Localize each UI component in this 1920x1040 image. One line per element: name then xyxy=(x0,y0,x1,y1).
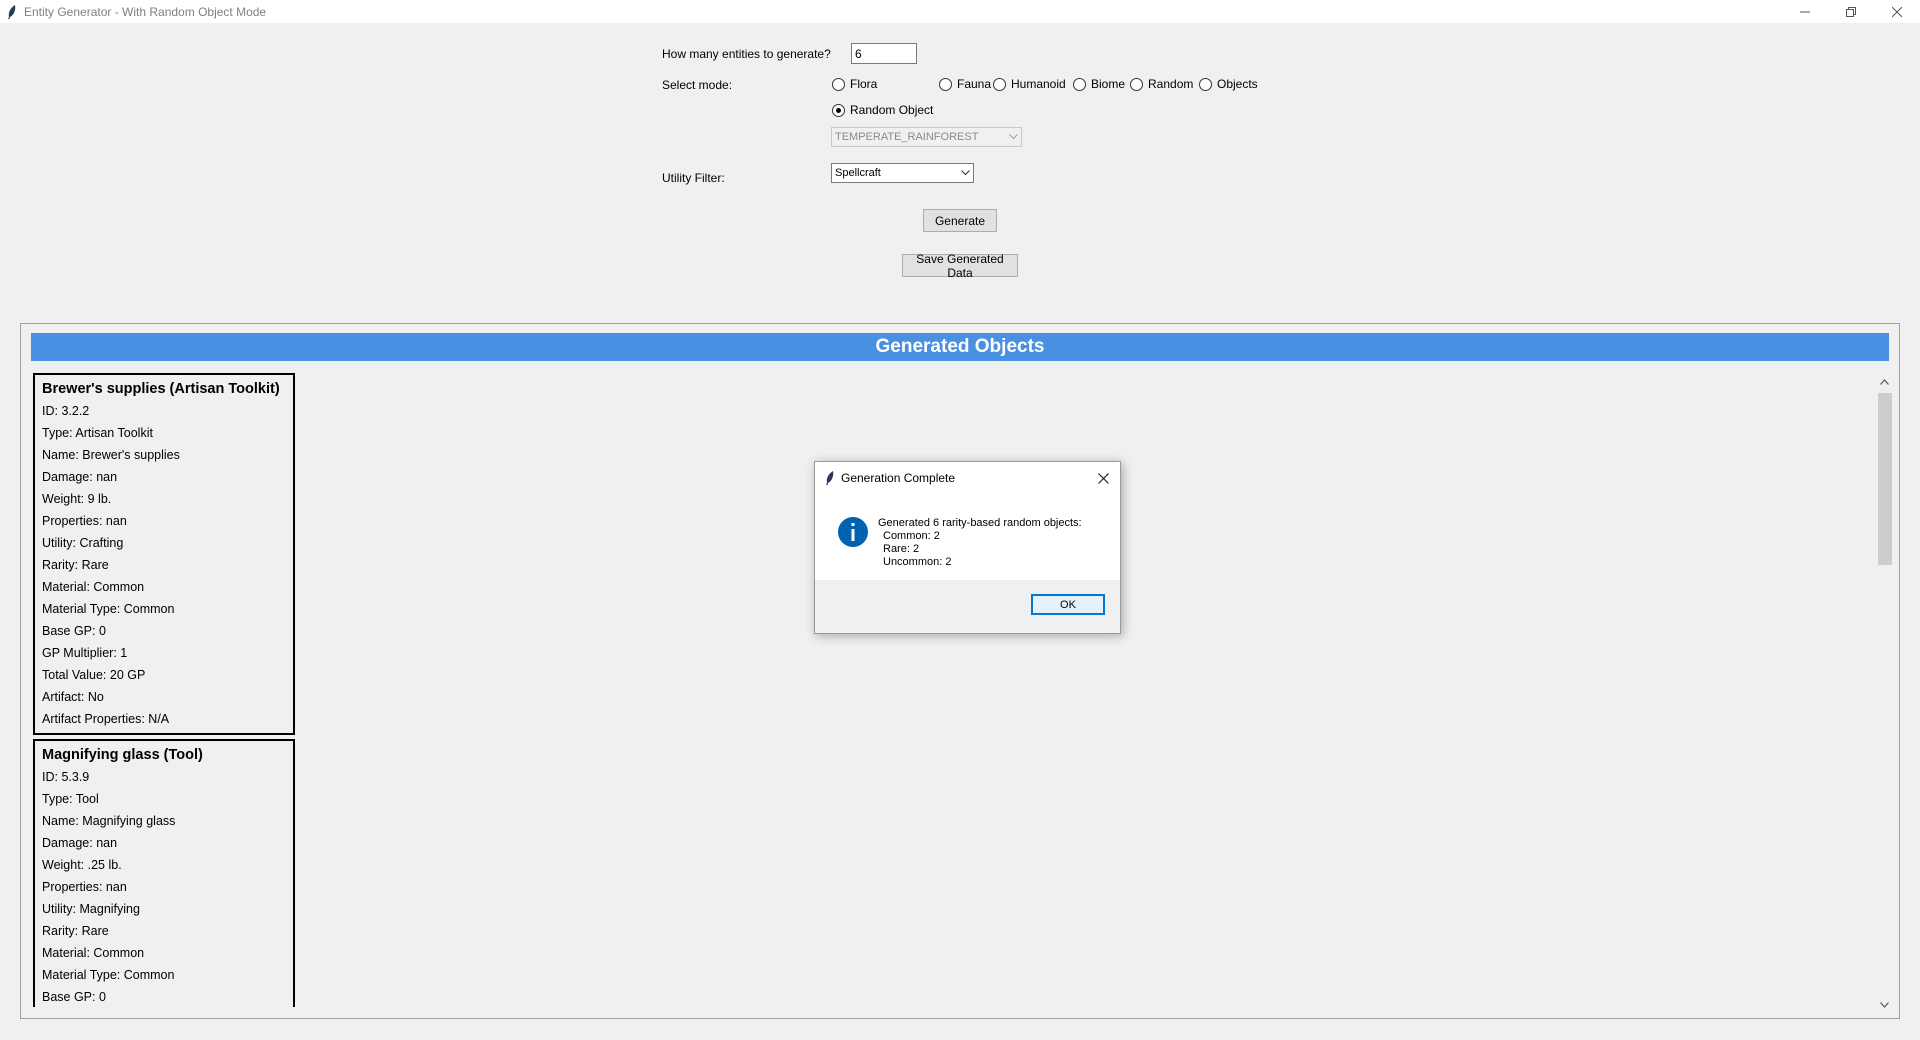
radio-circle-icon xyxy=(1073,77,1086,91)
chevron-down-icon xyxy=(1009,134,1018,140)
mode-radio-random[interactable]: Random xyxy=(1130,77,1193,91)
card-field: Base GP: 0 xyxy=(42,990,106,1004)
card-field: Rarity: Rare xyxy=(42,558,109,572)
close-button[interactable] xyxy=(1874,0,1920,23)
radio-circle-checked-icon xyxy=(832,103,845,117)
card-field: Type: Tool xyxy=(42,792,99,806)
card-field: ID: 3.2.2 xyxy=(42,404,90,418)
chevron-down-icon xyxy=(1880,1001,1889,1008)
card-field: Artifact Properties: N/A xyxy=(42,712,170,726)
card-field: Material Type: Common xyxy=(42,968,175,982)
card-field: Properties: nan xyxy=(42,880,127,894)
utility-label: Utility Filter: xyxy=(662,171,725,185)
scroll-down-button[interactable] xyxy=(1876,996,1893,1013)
minimize-icon xyxy=(1800,11,1810,12)
radio-circle-icon xyxy=(1130,77,1143,91)
radio-circle-icon xyxy=(832,77,845,91)
panel-header: Generated Objects xyxy=(31,333,1889,361)
card-field: ID: 5.3.9 xyxy=(42,770,90,784)
restore-icon xyxy=(1846,6,1856,17)
biome-select: TEMPERATE_RAINFOREST xyxy=(831,127,1022,147)
dialog-message: Generated 6 rarity-based random objects:… xyxy=(878,517,1082,569)
scroll-thumb[interactable] xyxy=(1878,393,1892,565)
object-card: Magnifying glass (Tool) ID: 5.3.9 Type: … xyxy=(33,739,295,1007)
card-field: Total Value: 20 GP xyxy=(42,668,146,682)
card-title: Magnifying glass (Tool) xyxy=(42,747,203,763)
card-field: Material: Common xyxy=(42,580,145,594)
save-generated-data-button[interactable]: Save Generated Data xyxy=(902,252,1018,280)
mode-radio-biome[interactable]: Biome xyxy=(1073,77,1125,91)
minimize-button[interactable] xyxy=(1782,0,1828,23)
close-icon xyxy=(1097,472,1109,484)
utility-filter-value: Spellcraft xyxy=(835,167,881,179)
generate-button[interactable]: Generate xyxy=(923,209,997,232)
biome-select-value: TEMPERATE_RAINFOREST xyxy=(835,131,979,143)
window-titlebar: Entity Generator - With Random Object Mo… xyxy=(0,0,1920,23)
window-title: Entity Generator - With Random Object Mo… xyxy=(24,4,267,19)
card-field: Utility: Magnifying xyxy=(42,902,140,916)
card-field: Artifact: No xyxy=(42,690,104,704)
mode-radio-humanoid[interactable]: Humanoid xyxy=(993,77,1066,91)
card-field: Utility: Crafting xyxy=(42,536,124,550)
radio-circle-icon xyxy=(939,77,952,91)
count-label: How many entities to generate? xyxy=(662,47,831,61)
object-card: Brewer's supplies (Artisan Toolkit) ID: … xyxy=(33,373,295,735)
mode-radio-objects[interactable]: Objects xyxy=(1199,77,1258,91)
card-field: Material: Common xyxy=(42,946,145,960)
ok-button[interactable]: OK xyxy=(1031,594,1105,615)
card-field: Weight: 9 lb. xyxy=(42,492,112,506)
card-field: Name: Brewer's supplies xyxy=(42,448,180,462)
vertical-scrollbar[interactable] xyxy=(1876,373,1893,1013)
card-field: Damage: nan xyxy=(42,470,118,484)
mode-radio-fauna[interactable]: Fauna xyxy=(939,77,991,91)
output-panel: Generated Objects Brewer's supplies (Art… xyxy=(20,323,1900,1019)
chevron-down-icon xyxy=(961,170,970,176)
dialog-body: Generated 6 rarity-based random objects:… xyxy=(815,494,1120,580)
cards-list: Brewer's supplies (Artisan Toolkit) ID: … xyxy=(33,373,295,1011)
radio-circle-icon xyxy=(993,77,1006,91)
mode-radio-random-object[interactable]: Random Object xyxy=(832,103,933,117)
card-field: Type: Artisan Toolkit xyxy=(42,426,153,440)
card-field: Name: Magnifying glass xyxy=(42,814,176,828)
card-field: Properties: nan xyxy=(42,514,127,528)
card-field: Damage: nan xyxy=(42,836,118,850)
mode-label: Select mode: xyxy=(662,78,733,92)
dialog-close-button[interactable] xyxy=(1092,467,1114,489)
generation-complete-dialog: Generation Complete Generated 6 rarity-b… xyxy=(814,461,1121,634)
utility-filter-select[interactable]: Spellcraft xyxy=(831,163,974,183)
card-field: Rarity: Rare xyxy=(42,924,109,938)
scroll-up-button[interactable] xyxy=(1876,373,1893,390)
card-field: Base GP: 0 xyxy=(42,624,106,638)
feather-icon xyxy=(4,4,20,20)
window-controls xyxy=(1782,0,1920,23)
mode-radio-flora[interactable]: Flora xyxy=(832,77,877,91)
count-input[interactable] xyxy=(851,43,917,64)
dialog-message-line: Uncommon: 2 xyxy=(883,556,952,568)
card-field: GP Multiplier: 1 xyxy=(42,646,128,660)
dialog-message-line: Generated 6 rarity-based random objects: xyxy=(878,517,1082,529)
dialog-title: Generation Complete xyxy=(841,471,956,485)
chevron-up-icon xyxy=(1880,378,1889,385)
feather-icon xyxy=(825,471,835,485)
dialog-message-line: Rare: 2 xyxy=(883,543,920,555)
radio-circle-icon xyxy=(1199,77,1212,91)
dialog-message-line: Common: 2 xyxy=(883,530,940,542)
dialog-footer: OK xyxy=(815,580,1120,633)
card-field: Material Type: Common xyxy=(42,602,175,616)
close-icon xyxy=(1892,6,1902,17)
card-title: Brewer's supplies (Artisan Toolkit) xyxy=(42,381,280,397)
card-field: Weight: .25 lb. xyxy=(42,858,122,872)
info-icon xyxy=(838,517,868,547)
restore-button[interactable] xyxy=(1828,0,1874,23)
dialog-titlebar: Generation Complete xyxy=(815,462,1120,494)
